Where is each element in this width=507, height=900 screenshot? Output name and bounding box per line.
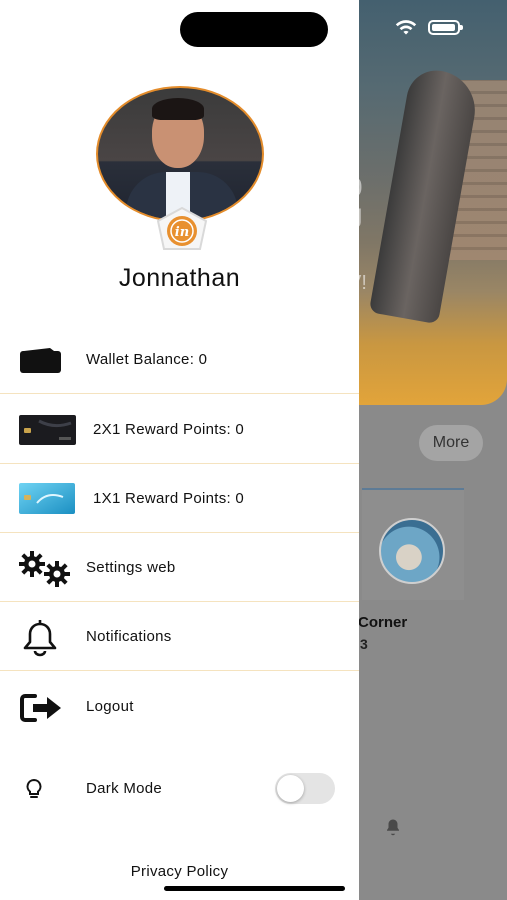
side-drawer: in Jonnathan Wallet Balance: 0 2X1 Rewar… xyxy=(0,0,359,900)
card-subtitle: 3 xyxy=(360,636,368,652)
home-indicator xyxy=(164,886,345,891)
wifi-icon xyxy=(395,20,417,35)
category-card[interactable] xyxy=(362,488,464,600)
dark-mode-label: Dark Mode xyxy=(86,779,163,797)
avatar-hair xyxy=(152,98,204,120)
more-button[interactable]: More xyxy=(419,425,483,461)
battery-icon xyxy=(428,20,463,35)
reward-2x1-label: 2X1 Reward Points: 0 xyxy=(93,421,245,438)
settings-label: Settings web xyxy=(86,559,176,576)
menu-item-reward-2x1[interactable]: 2X1 Reward Points: 0 xyxy=(0,396,359,464)
dark-mode-toggle[interactable] xyxy=(275,773,335,804)
notifications-label: Notifications xyxy=(86,628,172,645)
menu-item-notifications[interactable]: Notifications xyxy=(0,603,359,671)
wallet-balance-label: Wallet Balance: 0 xyxy=(86,351,208,368)
blue-card-icon xyxy=(19,483,75,514)
card-title: Corner xyxy=(358,614,408,631)
dynamic-island xyxy=(180,12,328,47)
black-card-icon xyxy=(19,415,76,445)
bell-icon[interactable] xyxy=(384,818,402,836)
logout-label: Logout xyxy=(86,697,134,715)
wallet-icon xyxy=(20,348,61,373)
menu-item-wallet[interactable]: Wallet Balance: 0 xyxy=(0,326,359,394)
gears-icon xyxy=(19,551,70,587)
profile-name: Jonnathan xyxy=(118,264,241,292)
toggle-knob xyxy=(277,775,304,802)
reward-1x1-label: 1X1 Reward Points: 0 xyxy=(93,490,245,507)
logout-icon xyxy=(20,694,61,722)
menu-item-logout[interactable]: Logout xyxy=(0,672,359,740)
category-thumbnail xyxy=(379,518,445,584)
menu-item-settings[interactable]: Settings web xyxy=(0,534,359,602)
menu-item-reward-1x1[interactable]: 1X1 Reward Points: 0 xyxy=(0,465,359,533)
level-badge-icon: in xyxy=(156,206,208,250)
privacy-policy-link[interactable]: Privacy Policy xyxy=(0,863,359,880)
bell-outline-icon xyxy=(23,620,57,657)
avatar[interactable] xyxy=(96,86,264,222)
lightbulb-icon xyxy=(26,778,42,798)
badge-letter: in xyxy=(175,225,189,240)
